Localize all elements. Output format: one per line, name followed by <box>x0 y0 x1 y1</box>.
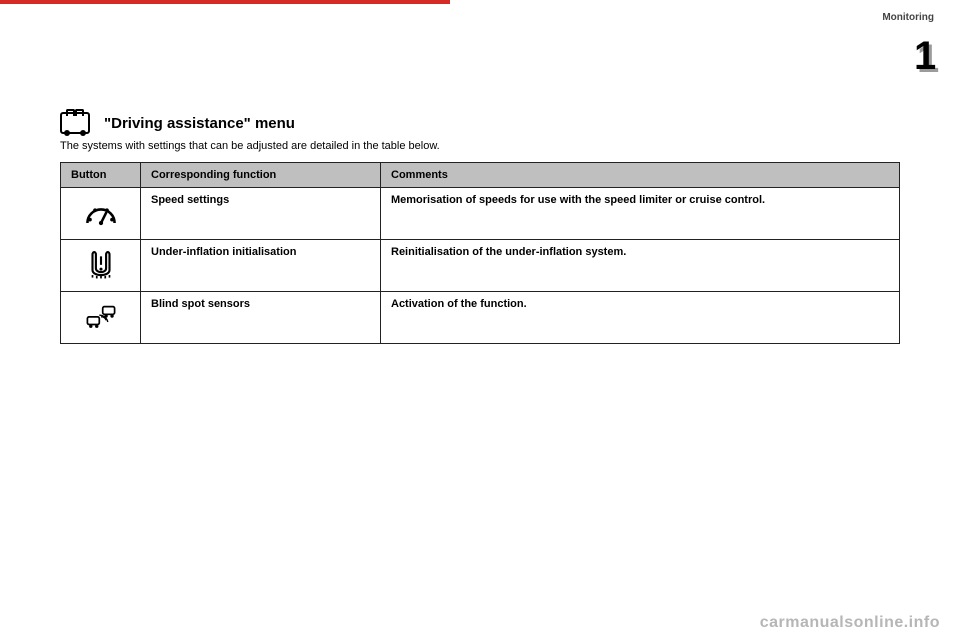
table-row: Speed settings Memorisation of speeds fo… <box>61 188 900 240</box>
settings-table: Button Corresponding function Comments <box>60 162 900 344</box>
watermark-text: carmanualsonline.info <box>760 614 940 632</box>
row-icon-cell <box>61 292 141 344</box>
row-comment: Activation of the function. <box>381 292 900 344</box>
blind-spot-icon <box>84 301 118 331</box>
speed-gauge-icon <box>84 197 118 227</box>
header-function: Corresponding function <box>141 163 381 188</box>
row-icon-cell <box>61 240 141 292</box>
section-heading-row: "Driving assistance" menu <box>60 112 900 134</box>
manual-page: Monitoring 1 1 "Driving assistance" menu… <box>0 0 960 640</box>
section-heading: "Driving assistance" menu <box>104 115 295 132</box>
header-button: Button <box>61 163 141 188</box>
car-front-icon <box>60 112 90 134</box>
row-comment: Memorisation of speeds for use with the … <box>381 188 900 240</box>
chapter-number-badge: 1 1 <box>914 36 944 82</box>
table-row: Under-inflation initialisation Reinitial… <box>61 240 900 292</box>
row-function: Blind spot sensors <box>141 292 381 344</box>
row-function: Under-inflation initialisation <box>141 240 381 292</box>
header-comments: Comments <box>381 163 900 188</box>
intro-text: The systems with settings that can be ad… <box>60 140 900 152</box>
table-row: Blind spot sensors Activation of the fun… <box>61 292 900 344</box>
tyre-pressure-icon <box>84 249 118 279</box>
main-content: "Driving assistance" menu The systems wi… <box>60 112 900 344</box>
row-icon-cell <box>61 188 141 240</box>
chapter-label: Monitoring <box>882 12 934 23</box>
table-header-row: Button Corresponding function Comments <box>61 163 900 188</box>
row-function: Speed settings <box>141 188 381 240</box>
chapter-number: 1 <box>914 36 936 76</box>
top-red-bar <box>0 0 450 4</box>
row-comment: Reinitialisation of the under-inflation … <box>381 240 900 292</box>
